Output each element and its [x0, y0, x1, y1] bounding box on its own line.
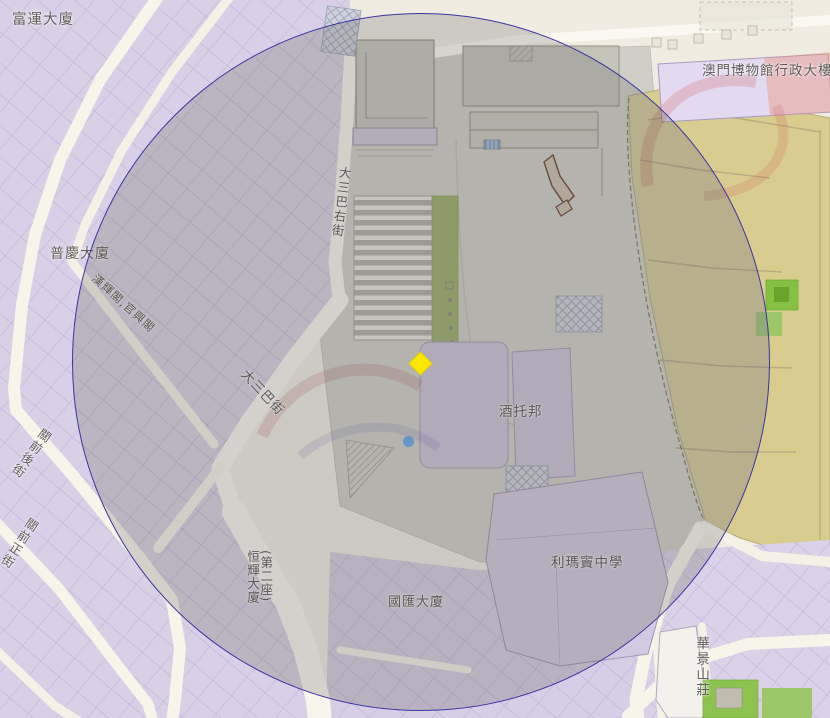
ricci-college-building — [486, 472, 668, 666]
poi-dot-marker[interactable] — [403, 436, 414, 447]
st-pauls-ruins — [353, 40, 437, 156]
map-viewport[interactable]: 富運大廈澳門博物館行政大樓普慶大廈漢輝閣,官興閣大三巴右街大三巴街關前後街關前正… — [0, 0, 830, 718]
